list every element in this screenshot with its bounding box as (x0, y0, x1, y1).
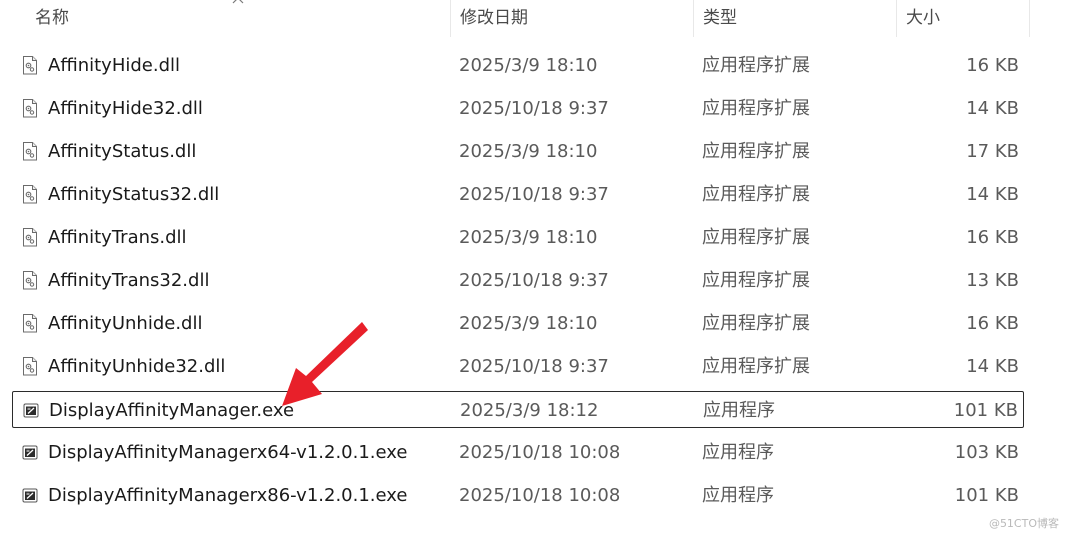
file-name: AffinityUnhide.dll (48, 313, 203, 334)
dll-file-icon (21, 356, 39, 377)
file-type: 应用程序扩展 (702, 227, 810, 248)
file-row[interactable]: AffinityUnhide32.dll 2025/10/18 9:37 应用程序扩… (12, 348, 1024, 385)
file-modified-date: 2025/3/9 18:10 (459, 141, 598, 162)
watermark: @51CTO博客 (988, 517, 1059, 530)
file-name: AffinityHide.dll (48, 55, 181, 76)
file-type: 应用程序 (703, 400, 775, 421)
file-size: 103 KB (954, 442, 1019, 463)
file-name: AffinityTrans.dll (48, 227, 187, 248)
file-modified-date: 2025/10/18 10:08 (459, 485, 621, 506)
file-name: AffinityStatus32.dll (48, 184, 220, 205)
file-name: AffinityTrans32.dll (48, 270, 210, 291)
file-type: 应用程序扩展 (702, 141, 810, 162)
dll-file-icon (21, 98, 39, 119)
dll-file-icon (21, 55, 39, 76)
dll-file-icon (21, 141, 39, 162)
column-header-type-label: 类型 (703, 8, 737, 28)
column-header-name-label: 名称 (35, 8, 69, 28)
file-type: 应用程序扩展 (702, 55, 810, 76)
file-row[interactable]: AffinityStatus.dll 2025/3/9 18:10 应用程序扩展 17… (12, 133, 1024, 170)
file-row[interactable]: AffinityHide32.dll 2025/10/18 9:37 应用程序扩展 1… (12, 90, 1024, 127)
sort-chevron-up-icon (232, 0, 244, 4)
file-size: 16 KB (966, 227, 1019, 248)
dll-file-icon (21, 227, 39, 248)
file-row[interactable]: AffinityTrans32.dll 2025/10/18 9:37 应用程序扩展… (12, 262, 1024, 299)
file-modified-date: 2025/10/18 9:37 (459, 356, 609, 377)
column-header-date[interactable]: 修改日期 (450, 0, 693, 37)
file-name: DisplayAffinityManager.exe (49, 400, 295, 421)
file-size: 14 KB (966, 184, 1019, 205)
file-row[interactable]: AffinityUnhide.dll 2025/3/9 18:10 应用程序扩展 16… (12, 305, 1024, 342)
file-modified-date: 2025/10/18 9:37 (459, 98, 609, 119)
file-type: 应用程序 (702, 442, 774, 463)
column-header-bar: 名称 修改日期 类型 大小 (0, 0, 1067, 37)
file-name: DisplayAffinityManagerx64-v1.2.0.1.exe (48, 442, 408, 463)
column-header-date-label: 修改日期 (460, 8, 528, 28)
column-header-size[interactable]: 大小 (896, 0, 1030, 37)
file-type: 应用程序扩展 (702, 313, 810, 334)
file-size: 16 KB (966, 313, 1019, 334)
file-type: 应用程序扩展 (702, 184, 810, 205)
file-size: 101 KB (954, 485, 1019, 506)
file-type: 应用程序扩展 (702, 270, 810, 291)
exe-file-icon (21, 442, 39, 463)
file-size: 13 KB (966, 270, 1019, 291)
file-modified-date: 2025/10/18 9:37 (459, 270, 609, 291)
dll-file-icon (21, 270, 39, 291)
exe-file-icon (21, 485, 39, 506)
file-size: 14 KB (966, 98, 1019, 119)
file-type: 应用程序扩展 (702, 98, 810, 119)
file-name: AffinityUnhide32.dll (48, 356, 226, 377)
file-name: AffinityHide32.dll (48, 98, 203, 119)
file-size: 16 KB (966, 55, 1019, 76)
file-row[interactable]: DisplayAffinityManagerx64-v1.2.0.1.exe 20… (12, 434, 1024, 471)
dll-file-icon (21, 313, 39, 334)
file-modified-date: 2025/10/18 9:37 (459, 184, 609, 205)
file-size: 14 KB (966, 356, 1019, 377)
file-row[interactable]: AffinityStatus32.dll 2025/10/18 9:37 应用程序扩… (12, 176, 1024, 213)
file-type: 应用程序 (702, 485, 774, 506)
dll-file-icon (21, 184, 39, 205)
file-modified-date: 2025/3/9 18:12 (460, 400, 599, 421)
file-row[interactable]: AffinityHide.dll 2025/3/9 18:10 应用程序扩展 16 K… (12, 47, 1024, 84)
column-header-size-label: 大小 (906, 8, 940, 28)
file-size: 17 KB (966, 141, 1019, 162)
file-size: 101 KB (953, 400, 1018, 421)
file-row[interactable]: DisplayAffinityManagerx86-v1.2.0.1.exe 20… (12, 477, 1024, 514)
file-explorer-list-view: 名称 修改日期 类型 大小 AffinityHide.dll 2025/3/9 1… (0, 0, 1067, 539)
file-modified-date: 2025/3/9 18:10 (459, 227, 598, 248)
exe-file-icon (22, 400, 40, 421)
file-row[interactable]: DisplayAffinityManager.exe 2025/3/9 18:12… (12, 391, 1024, 428)
file-modified-date: 2025/10/18 10:08 (459, 442, 621, 463)
file-type: 应用程序扩展 (702, 356, 810, 377)
file-modified-date: 2025/3/9 18:10 (459, 313, 598, 334)
file-name: DisplayAffinityManagerx86-v1.2.0.1.exe (48, 485, 408, 506)
column-header-type[interactable]: 类型 (693, 0, 896, 37)
file-name: AffinityStatus.dll (48, 141, 197, 162)
file-modified-date: 2025/3/9 18:10 (459, 55, 598, 76)
file-row[interactable]: AffinityTrans.dll 2025/3/9 18:10 应用程序扩展 16 … (12, 219, 1024, 256)
